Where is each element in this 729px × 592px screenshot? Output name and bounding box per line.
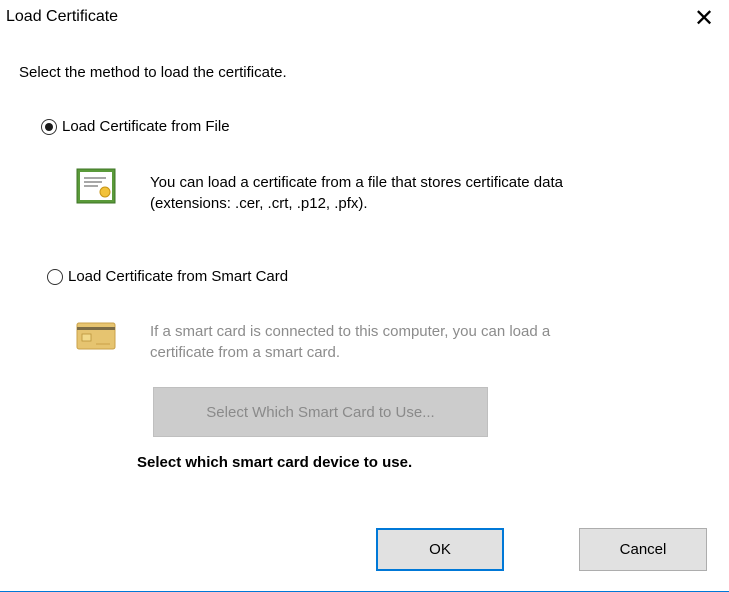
smart-card-note: Select which smart card device to use. — [137, 454, 413, 471]
smart-card-option-description: If a smart card is connected to this com… — [150, 321, 550, 363]
radio-label-file: Load Certificate from File — [62, 118, 230, 135]
smart-card-desc-line2: certificate from a smart card. — [150, 344, 341, 361]
file-desc-line1: You can load a certificate from a file t… — [150, 174, 563, 191]
certificate-icon — [76, 168, 116, 208]
file-desc-line2: (extensions: .cer, .crt, .p12, .pfx). — [150, 195, 368, 212]
radio-load-from-file[interactable]: Load Certificate from File — [41, 118, 230, 135]
smart-card-icon — [76, 322, 116, 354]
load-certificate-dialog: Load Certificate ✕ Select the method to … — [0, 0, 729, 592]
file-option-description: You can load a certificate from a file t… — [150, 172, 563, 214]
cancel-button[interactable]: Cancel — [579, 528, 707, 571]
dialog-title: Load Certificate — [6, 8, 119, 25]
radio-button-smart-card[interactable] — [47, 268, 63, 285]
radio-button-file[interactable] — [41, 118, 57, 135]
instruction-text: Select the method to load the certificat… — [19, 64, 287, 81]
radio-load-from-smart-card[interactable]: Load Certificate from Smart Card — [47, 268, 288, 285]
radio-label-smart-card: Load Certificate from Smart Card — [68, 268, 289, 285]
smart-card-desc-line1: If a smart card is connected to this com… — [150, 323, 551, 340]
select-smart-card-button[interactable]: Select Which Smart Card to Use... — [153, 387, 488, 437]
ok-button[interactable]: OK — [376, 528, 504, 571]
close-icon[interactable]: ✕ — [687, 2, 721, 34]
